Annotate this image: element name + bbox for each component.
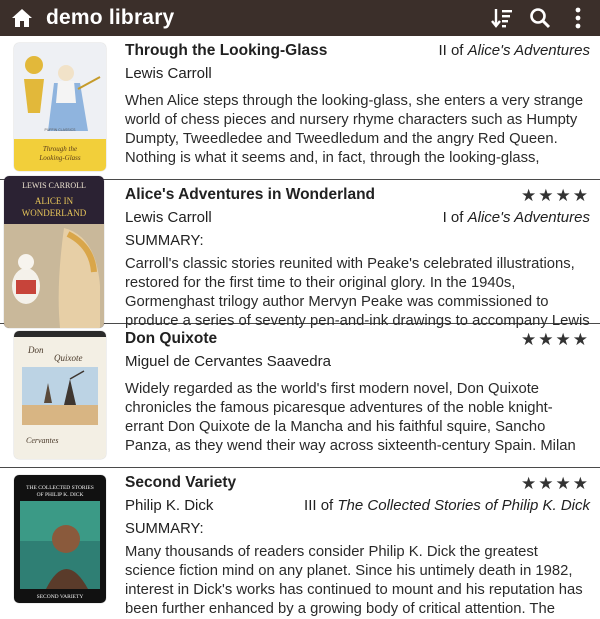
series-info: I of Alice's Adventures	[443, 209, 590, 226]
book-cover[interactable]: THE COLLECTED STORIES OF PHILIP K. DICK …	[14, 475, 106, 603]
cover-line2: Quixote	[54, 353, 83, 363]
cover-line3: SECOND VARIETY	[37, 594, 84, 600]
home-icon[interactable]	[10, 6, 34, 30]
series-number: III of	[304, 496, 334, 514]
rating-stars: ★★★★	[521, 186, 590, 205]
book-author: Miguel de Cervantes Saavedra	[125, 352, 331, 370]
book-description: Carroll's classic stories reunited with …	[125, 256, 590, 329]
list-item[interactable]: LEWIS CARROLL ALICE IN WONDERLAND Alice'…	[0, 176, 600, 329]
book-title: Don Quixote	[125, 330, 218, 347]
book-cover[interactable]: LEWIS CARROLL ALICE IN WONDERLAND	[4, 176, 104, 328]
list-item[interactable]: THE COLLECTED STORIES OF PHILIP K. DICK …	[0, 468, 600, 617]
summary-label: SUMMARY:	[125, 521, 204, 537]
rating-stars: ★★★★	[521, 330, 590, 349]
search-icon[interactable]	[526, 4, 554, 32]
rating-stars: ★★★★	[521, 474, 590, 493]
more-vert-icon[interactable]	[564, 4, 592, 32]
book-info: Through the Looking-Glass II of Alice's …	[125, 42, 590, 168]
series-name: The Collected Stories of Philip K. Dick	[337, 496, 590, 514]
book-info: Second Variety ★★★★ Philip K. Dick III o…	[125, 474, 590, 619]
cover-line1: PUFFIN CLASSICS	[45, 128, 77, 132]
book-title: Alice's Adventures in Wonderland	[125, 186, 376, 203]
book-list: PUFFIN CLASSICS Through the Looking-Glas…	[0, 36, 600, 617]
book-cover[interactable]: PUFFIN CLASSICS Through the Looking-Glas…	[14, 43, 106, 171]
cover-line3: Looking-Glass	[38, 154, 81, 162]
cover-line1: THE COLLECTED STORIES	[26, 485, 94, 491]
cover-line3: Cervantes	[26, 436, 58, 445]
cover-line1: LEWIS CARROLL	[22, 181, 86, 190]
cover-line2: OF PHILIP K. DICK	[37, 492, 84, 498]
cover-line2: Through the	[43, 145, 77, 153]
series-info: III of The Collected Stories of Philip K…	[304, 497, 590, 514]
series-name: Alice's Adventures	[467, 42, 590, 59]
book-author: Lewis Carroll	[125, 208, 212, 226]
book-description: When Alice steps through the looking-gla…	[125, 93, 584, 166]
book-cover[interactable]: Don Quixote Cervantes	[14, 331, 106, 459]
book-info: Don Quixote ★★★★ Miguel de Cervantes Saa…	[125, 330, 590, 456]
app-title: demo library	[46, 6, 175, 29]
book-author: Lewis Carroll	[125, 64, 212, 82]
series-number: I of	[442, 208, 464, 226]
book-info: Alice's Adventures in Wonderland ★★★★ Le…	[125, 186, 590, 331]
book-title: Second Variety	[125, 474, 237, 491]
book-title: Through the Looking-Glass	[125, 42, 328, 59]
series-number: II of	[438, 42, 464, 59]
summary-label: SUMMARY:	[125, 233, 204, 249]
series-info: II of Alice's Adventures	[438, 42, 590, 59]
cover-line1: Don	[27, 345, 44, 355]
cover-line2: ALICE IN	[35, 196, 74, 206]
book-author: Philip K. Dick	[125, 496, 214, 514]
sort-icon[interactable]	[488, 4, 516, 32]
series-name: Alice's Adventures	[467, 208, 590, 226]
book-description: Widely regarded as the world's first mod…	[125, 381, 576, 454]
list-item[interactable]: PUFFIN CLASSICS Through the Looking-Glas…	[0, 36, 600, 180]
app-bar: demo library	[0, 0, 600, 36]
book-description: Many thousands of readers consider Phili…	[125, 544, 583, 617]
cover-line3: WONDERLAND	[22, 208, 87, 218]
list-item[interactable]: Don Quixote Cervantes Don Quixote ★★★★ M…	[0, 324, 600, 468]
